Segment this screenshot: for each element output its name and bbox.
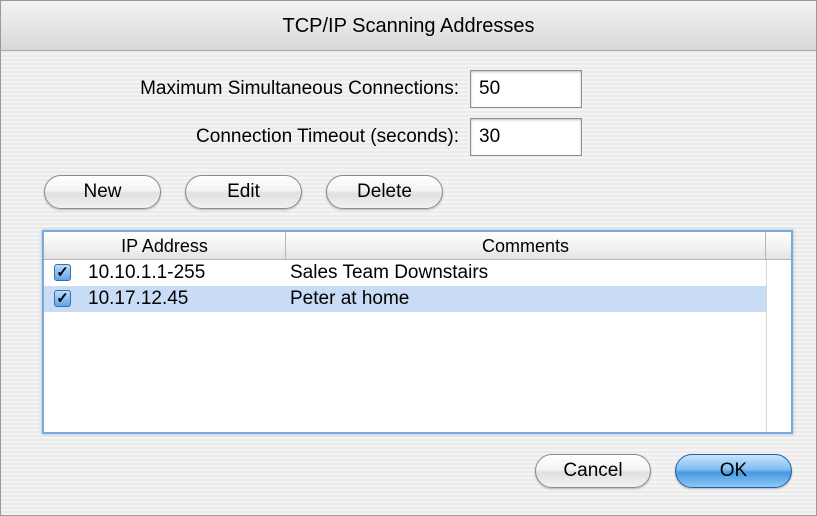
table-header: IP Address Comments xyxy=(44,232,791,260)
cell-comment: Peter at home xyxy=(290,288,410,309)
new-button[interactable]: New xyxy=(44,175,161,209)
delete-button[interactable]: Delete xyxy=(326,175,443,209)
column-header-ip[interactable]: IP Address xyxy=(44,232,286,259)
checkmark-icon: ✓ xyxy=(56,290,69,307)
window-title: TCP/IP Scanning Addresses xyxy=(1,1,816,51)
max-connections-label: Maximum Simultaneous Connections: xyxy=(140,78,459,99)
row-checkbox[interactable]: ✓ xyxy=(54,264,71,281)
cell-ip-address: 10.10.1.1-255 xyxy=(88,262,206,283)
ok-button[interactable]: OK xyxy=(675,454,792,488)
timeout-label: Connection Timeout (seconds): xyxy=(196,126,459,147)
cell-ip-address: 10.17.12.45 xyxy=(88,288,189,309)
timeout-input[interactable] xyxy=(470,118,582,156)
address-table: IP Address Comments ✓ 10.10.1.1-255 Sale… xyxy=(42,230,793,434)
column-header-spacer xyxy=(766,232,791,259)
table-scroll-column[interactable] xyxy=(766,260,791,432)
cancel-button[interactable]: Cancel xyxy=(535,454,651,488)
column-header-comments[interactable]: Comments xyxy=(286,232,766,259)
checkmark-icon: ✓ xyxy=(56,264,69,281)
table-row[interactable]: ✓ 10.17.12.45 Peter at home xyxy=(44,286,766,312)
table-body: ✓ 10.10.1.1-255 Sales Team Downstairs ✓ … xyxy=(44,260,766,432)
edit-button[interactable]: Edit xyxy=(185,175,302,209)
cell-comment: Sales Team Downstairs xyxy=(290,262,489,283)
max-connections-input[interactable] xyxy=(470,70,582,108)
row-checkbox[interactable]: ✓ xyxy=(54,290,71,307)
dialog-window: TCP/IP Scanning Addresses Maximum Simult… xyxy=(0,0,817,516)
table-row[interactable]: ✓ 10.10.1.1-255 Sales Team Downstairs xyxy=(44,260,766,286)
